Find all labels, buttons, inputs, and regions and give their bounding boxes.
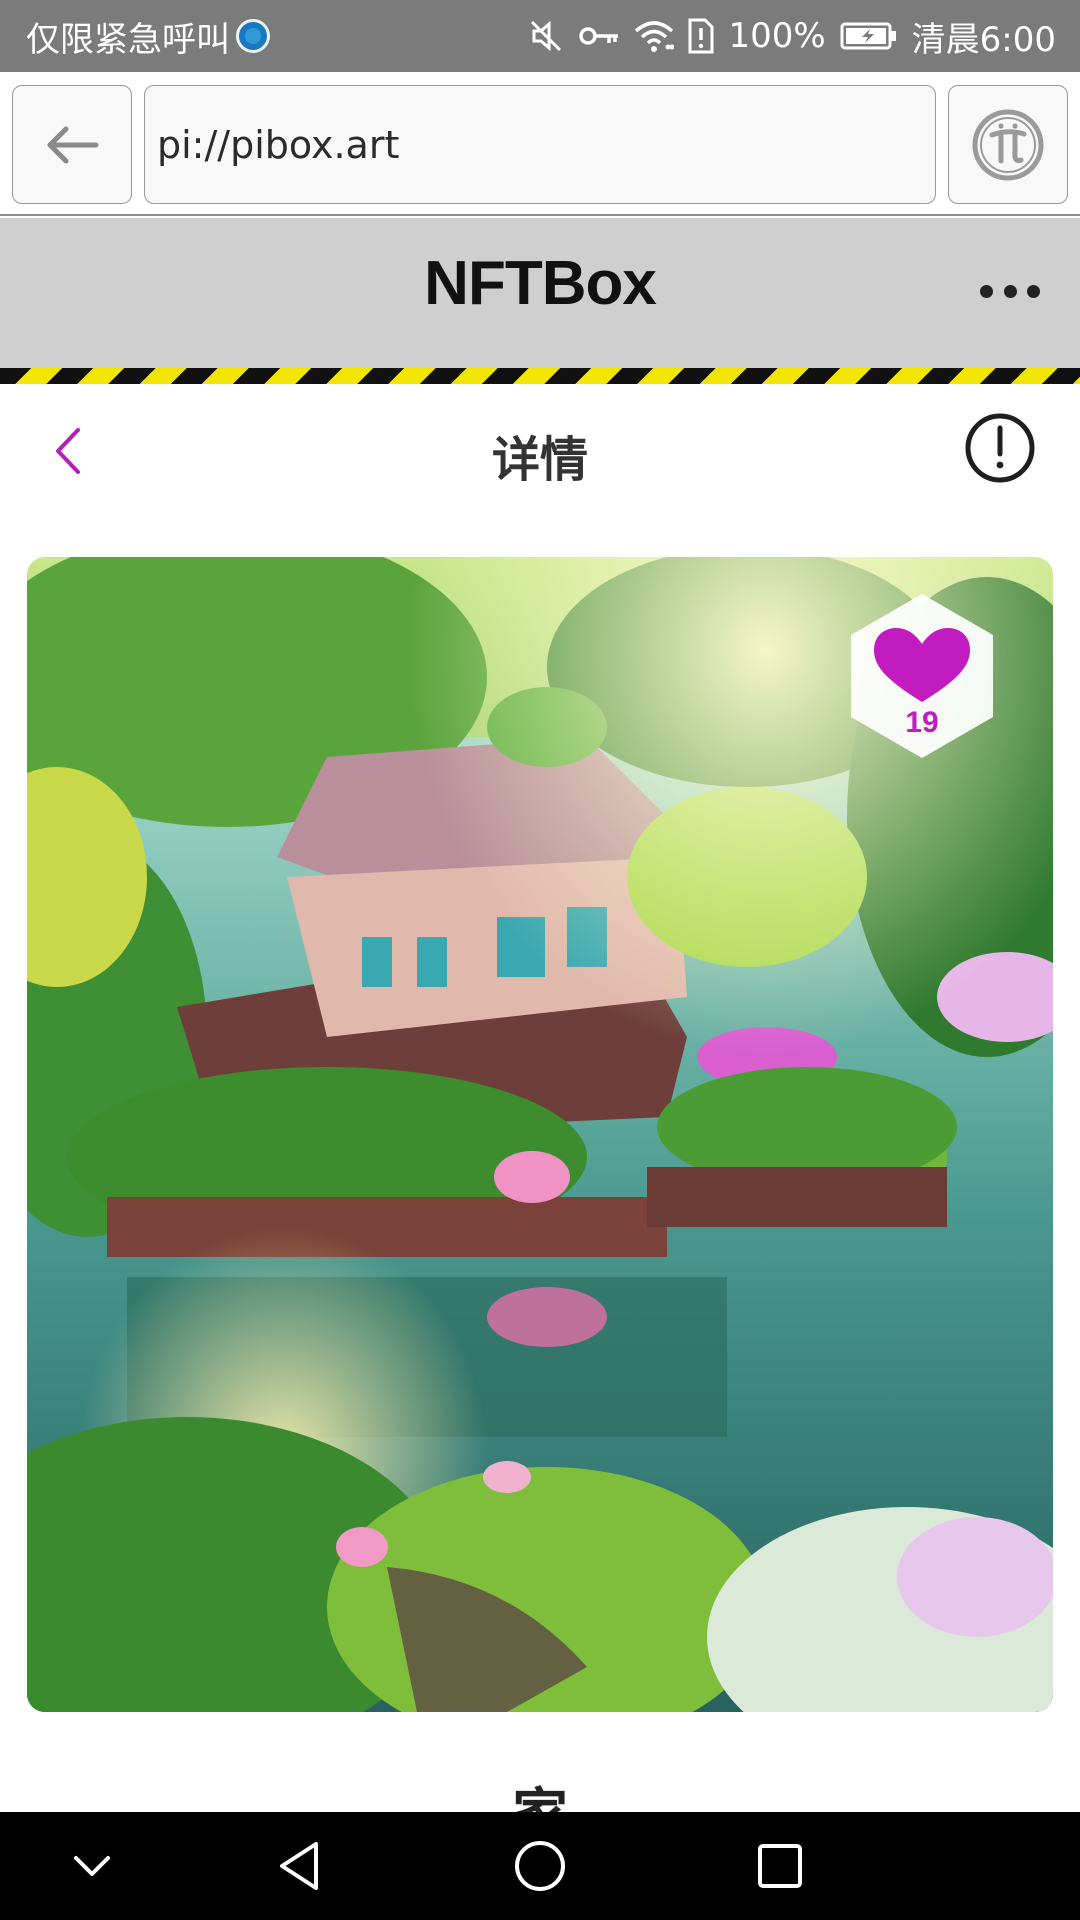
system-nav-bar <box>0 1812 1080 1920</box>
arrow-left-icon <box>47 126 99 163</box>
sim-alert-icon <box>688 18 714 54</box>
mute-icon <box>531 20 562 52</box>
exclamation-circle-icon[interactable] <box>964 412 1036 484</box>
status-right: 100% 清晨6:00 <box>528 0 1056 72</box>
pi-logo-icon <box>972 109 1044 180</box>
emergency-call-text: 仅限紧急呼叫 <box>26 19 230 60</box>
back-triangle-icon[interactable] <box>270 1836 330 1896</box>
page-title: 详情 <box>491 432 588 488</box>
detail-nav: 详情 <box>0 384 1080 518</box>
browser-bar: pi://pibox.art <box>0 72 1080 216</box>
time-text: 清晨6:00 <box>911 19 1056 60</box>
hd-call-icon <box>236 19 270 53</box>
more-dots-icon[interactable] <box>980 276 1040 306</box>
like-count: 19 <box>905 706 939 739</box>
battery-icon <box>840 22 896 50</box>
app-header: NFTBox <box>0 218 1080 368</box>
home-circle-icon[interactable] <box>510 1836 570 1896</box>
url-field[interactable]: pi://pibox.art <box>144 85 936 204</box>
pi-wallet-button[interactable] <box>948 85 1068 204</box>
key-icon <box>579 27 619 45</box>
chevron-down-icon[interactable] <box>62 1836 122 1896</box>
app-title: NFTBox <box>424 249 657 318</box>
hazard-stripe-divider <box>0 368 1080 384</box>
browser-back-button[interactable] <box>12 85 132 204</box>
battery-percent-text: 100% <box>728 16 826 56</box>
status-left: 仅限紧急呼叫 <box>26 0 270 72</box>
status-bar: 仅限紧急呼叫 100% 清晨6:00 <box>0 0 1080 72</box>
wifi-icon <box>635 21 675 52</box>
recents-square-icon[interactable] <box>750 1836 810 1896</box>
